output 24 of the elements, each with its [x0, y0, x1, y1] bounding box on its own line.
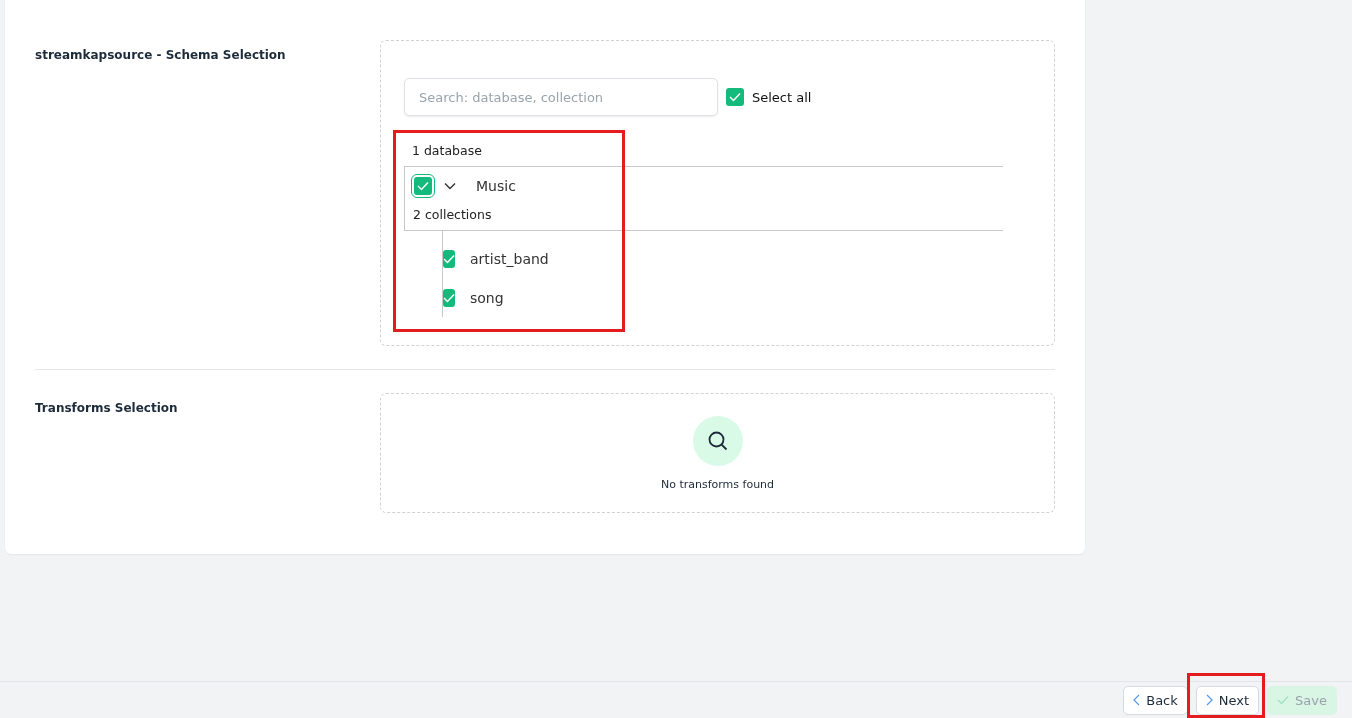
check-icon	[1277, 695, 1290, 705]
database-checkbox[interactable]	[414, 177, 432, 195]
chevron-left-icon	[1133, 694, 1141, 706]
collection-checkbox[interactable]	[443, 288, 455, 307]
select-all-checkbox[interactable]	[726, 88, 744, 106]
checkmark-icon	[443, 292, 455, 303]
select-all-label: Select all	[752, 89, 812, 105]
chevron-icon[interactable]	[444, 182, 456, 190]
back-button[interactable]: Back	[1123, 685, 1188, 715]
checkmark-icon	[729, 92, 741, 102]
database-name[interactable]: Music	[476, 178, 516, 194]
database-count: 1 database	[411, 142, 483, 160]
collection-checkbox[interactable]	[443, 249, 455, 268]
checkmark-icon	[417, 181, 429, 191]
section-title: Transforms Selection	[35, 400, 179, 417]
next-button[interactable]: Next	[1195, 685, 1260, 715]
search-field[interactable]: Search: database, collection	[404, 78, 718, 116]
chevron-right-icon	[1205, 694, 1213, 706]
empty-message: No transforms found	[660, 477, 775, 491]
collection-name[interactable]: artist_band	[470, 250, 549, 267]
checkmark-icon	[443, 253, 455, 264]
collection-count: 2 collections	[412, 206, 493, 224]
section-title: streamkapsource - Schema Selection	[35, 47, 287, 64]
collection-name[interactable]: song	[470, 289, 504, 306]
